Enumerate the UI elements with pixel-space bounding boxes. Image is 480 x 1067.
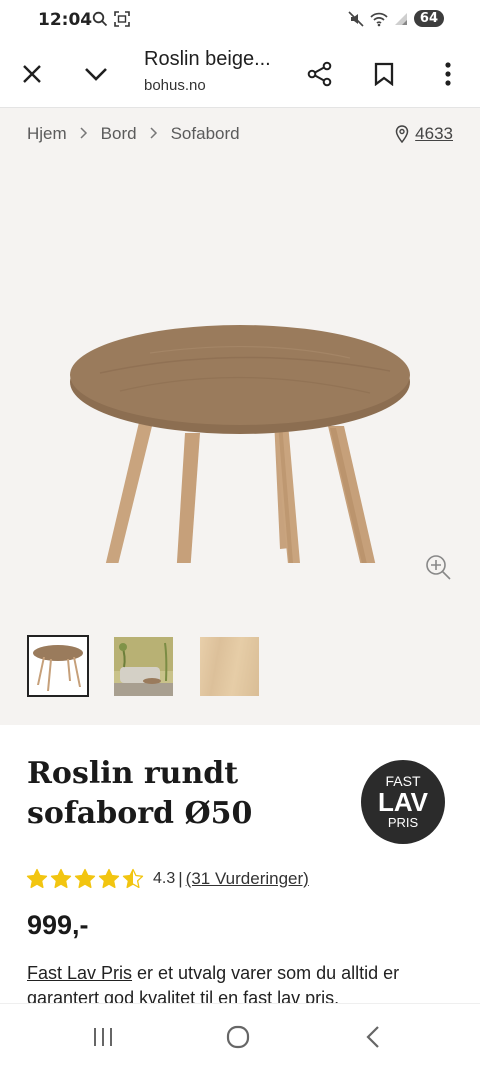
bookmark-button[interactable] bbox=[364, 54, 404, 94]
chevron-right-icon bbox=[80, 126, 88, 143]
rating-value: 4.3 bbox=[153, 870, 176, 887]
thumbnail-2[interactable] bbox=[114, 637, 173, 696]
search-icon bbox=[92, 11, 108, 27]
rating-row: 4.3 | (31 Vurderinger) bbox=[26, 868, 309, 890]
chevron-down-icon bbox=[85, 68, 107, 81]
back-icon bbox=[366, 1026, 379, 1048]
location-pin-icon bbox=[395, 125, 409, 143]
expand-button[interactable] bbox=[76, 54, 116, 94]
zoom-icon[interactable] bbox=[424, 553, 452, 581]
more-button[interactable] bbox=[428, 54, 468, 94]
chevron-right-icon bbox=[150, 126, 158, 143]
page-domain: bohus.no bbox=[144, 77, 206, 94]
breadcrumb: Hjem Bord Sofabord bbox=[27, 124, 240, 144]
status-bar: 12:04 64 bbox=[0, 0, 480, 40]
store-selector[interactable]: 4633 bbox=[395, 124, 453, 144]
share-button[interactable] bbox=[300, 54, 340, 94]
thumbnail-3[interactable] bbox=[200, 637, 259, 696]
close-icon bbox=[23, 65, 41, 83]
page-title: Roslin beige... bbox=[144, 48, 271, 70]
rating-stars bbox=[26, 868, 146, 890]
recents-icon bbox=[94, 1028, 112, 1046]
screenshot-icon bbox=[114, 11, 130, 27]
breadcrumb-item[interactable]: Sofabord bbox=[171, 124, 240, 144]
breadcrumb-item[interactable]: Bord bbox=[101, 124, 137, 144]
star-full-icon bbox=[50, 868, 72, 889]
star-full-icon bbox=[26, 868, 48, 889]
close-button[interactable] bbox=[12, 54, 52, 94]
breadcrumb-item[interactable]: Hjem bbox=[27, 124, 67, 144]
living-room-thumbnail-image bbox=[114, 637, 173, 696]
wifi-icon bbox=[370, 12, 388, 26]
product-price: 999,- bbox=[27, 910, 89, 940]
back-button[interactable] bbox=[358, 1022, 388, 1052]
signal-icon bbox=[394, 12, 407, 25]
bookmark-icon bbox=[374, 62, 394, 86]
product-gallery bbox=[0, 108, 480, 725]
mute-icon bbox=[348, 10, 364, 27]
home-button[interactable] bbox=[223, 1022, 253, 1052]
battery-icon: 64 bbox=[413, 10, 444, 27]
browser-toolbar: Roslin beige... bohus.no bbox=[0, 40, 480, 108]
status-time: 12:04 bbox=[38, 10, 93, 30]
fast-lav-pris-link[interactable]: Fast Lav Pris bbox=[27, 963, 132, 983]
store-number: 4633 bbox=[415, 124, 453, 143]
reviews-link[interactable]: (31 Vurderinger) bbox=[186, 869, 309, 889]
star-full-icon bbox=[98, 868, 120, 889]
table-thumbnail-image bbox=[33, 645, 83, 691]
fast-lav-pris-badge: FAST LAV PRIS bbox=[361, 760, 445, 844]
star-half-icon bbox=[122, 868, 144, 889]
product-title: Roslin rundt sofabord Ø50 bbox=[27, 756, 253, 831]
rating-separator: | bbox=[178, 869, 183, 888]
home-icon bbox=[226, 1025, 250, 1049]
thumbnail-1[interactable] bbox=[27, 635, 89, 697]
product-image[interactable] bbox=[60, 223, 420, 563]
recents-button[interactable] bbox=[88, 1022, 118, 1052]
more-icon bbox=[445, 62, 451, 86]
star-full-icon bbox=[74, 868, 96, 889]
system-nav-bar bbox=[0, 1003, 480, 1067]
share-icon bbox=[307, 61, 332, 87]
